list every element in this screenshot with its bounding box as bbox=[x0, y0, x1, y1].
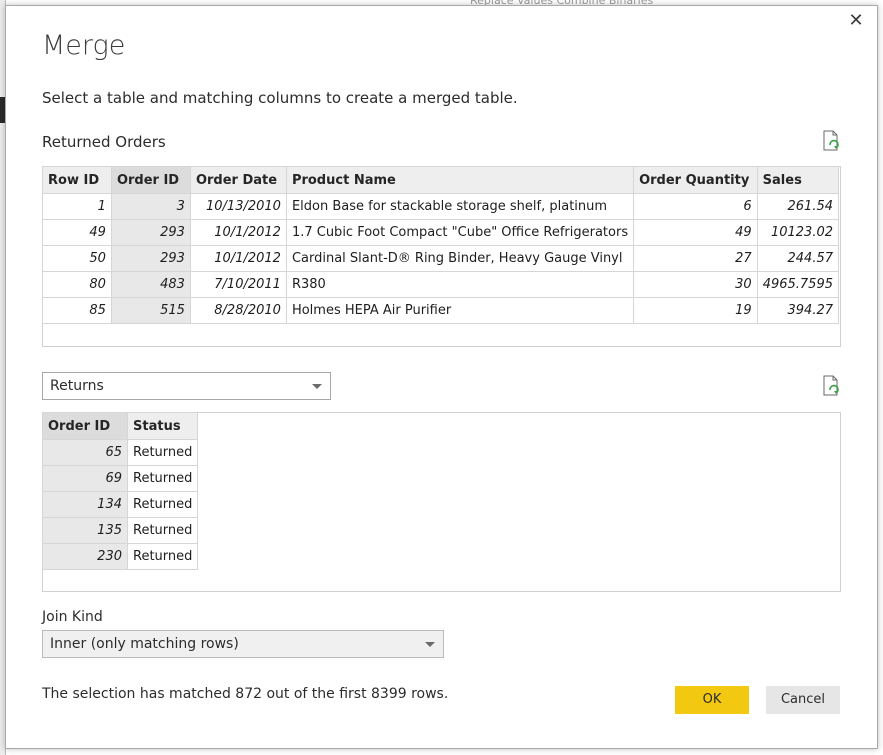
table-row: 230 Returned bbox=[42, 543, 199, 570]
table-cell: 4965.7595 bbox=[756, 271, 840, 298]
table-cell: 3 bbox=[110, 193, 191, 220]
table-row: 134 Returned bbox=[42, 491, 199, 518]
ok-button[interactable]: OK bbox=[675, 686, 749, 714]
table-cell: 394.27 bbox=[756, 297, 840, 324]
table-row: 1 3 10/13/2010 Eldon Base for stackable … bbox=[42, 193, 840, 220]
table-row: 50 293 10/1/2012 Cardinal Slant-D® Ring … bbox=[42, 245, 840, 272]
table-row: 65 Returned bbox=[42, 439, 199, 466]
column-header-order-id[interactable]: Order ID bbox=[42, 412, 128, 440]
match-status-text: The selection has matched 872 out of the… bbox=[42, 686, 449, 702]
table-cell: 7/10/2011 bbox=[189, 271, 287, 298]
refresh-preview-icon[interactable] bbox=[821, 130, 841, 152]
column-header-sales[interactable]: Sales bbox=[756, 166, 840, 194]
chevron-down-icon bbox=[312, 384, 322, 389]
table-cell: 69 bbox=[42, 465, 128, 492]
refresh-preview-icon[interactable] bbox=[821, 375, 841, 397]
second-table-dropdown[interactable]: Returns bbox=[42, 372, 331, 400]
column-header-order-id[interactable]: Order ID bbox=[110, 166, 191, 194]
table-cell: 10/1/2012 bbox=[189, 245, 287, 272]
table-cell: 293 bbox=[110, 245, 191, 272]
table-cell: Holmes HEPA Air Purifier bbox=[285, 297, 635, 324]
table-cell: Returned bbox=[126, 465, 199, 492]
table-cell: 50 bbox=[42, 245, 112, 272]
table-cell: 244.57 bbox=[756, 245, 840, 272]
table-cell: 1.7 Cubic Foot Compact "Cube" Office Ref… bbox=[285, 219, 635, 246]
table-cell: 515 bbox=[110, 297, 191, 324]
column-header-order-quantity[interactable]: Order Quantity bbox=[633, 166, 758, 194]
table-cell: 6 bbox=[633, 193, 758, 220]
column-header-order-date[interactable]: Order Date bbox=[189, 166, 287, 194]
table-cell: 1 bbox=[42, 193, 112, 220]
table-row: 49 293 10/1/2012 1.7 Cubic Foot Compact … bbox=[42, 219, 840, 246]
column-header-status[interactable]: Status bbox=[126, 412, 199, 440]
table-cell: Cardinal Slant-D® Ring Binder, Heavy Gau… bbox=[285, 245, 635, 272]
table-row: 69 Returned bbox=[42, 465, 199, 492]
dialog-subtitle: Select a table and matching columns to c… bbox=[42, 89, 518, 107]
join-kind-dropdown[interactable]: Inner (only matching rows) bbox=[42, 630, 444, 658]
table-cell: 49 bbox=[42, 219, 112, 246]
second-table-dropdown-value: Returns bbox=[50, 378, 104, 394]
table-cell: R380 bbox=[285, 271, 635, 298]
table-cell: 85 bbox=[42, 297, 112, 324]
column-header-product-name[interactable]: Product Name bbox=[285, 166, 635, 194]
table-cell: Returned bbox=[126, 517, 199, 544]
table-cell: Returned bbox=[126, 439, 199, 466]
table-row: 85 515 8/28/2010 Holmes HEPA Air Purifie… bbox=[42, 297, 840, 324]
table-cell: 134 bbox=[42, 491, 128, 518]
table-cell: 80 bbox=[42, 271, 112, 298]
table-cell: 261.54 bbox=[756, 193, 840, 220]
table-cell: 135 bbox=[42, 517, 128, 544]
table-cell: 8/28/2010 bbox=[189, 297, 287, 324]
first-table-preview: Row ID Order ID Order Date Product Name … bbox=[42, 166, 841, 347]
table-cell: 49 bbox=[633, 219, 758, 246]
table-cell: 10/13/2010 bbox=[189, 193, 287, 220]
table-cell: 65 bbox=[42, 439, 128, 466]
merge-dialog: ✕ Merge Select a table and matching colu… bbox=[5, 5, 878, 749]
join-kind-dropdown-value: Inner (only matching rows) bbox=[50, 636, 239, 652]
table-cell: 30 bbox=[633, 271, 758, 298]
table-cell: 293 bbox=[110, 219, 191, 246]
first-table-grid: Row ID Order ID Order Date Product Name … bbox=[42, 166, 840, 324]
table-cell: 10123.02 bbox=[756, 219, 840, 246]
table-cell: 10/1/2012 bbox=[189, 219, 287, 246]
table-cell: 483 bbox=[110, 271, 191, 298]
first-table-label: Returned Orders bbox=[42, 133, 166, 151]
cancel-button[interactable]: Cancel bbox=[766, 686, 840, 714]
table-cell: Eldon Base for stackable storage shelf, … bbox=[285, 193, 635, 220]
table-cell: 27 bbox=[633, 245, 758, 272]
second-table-preview: Order ID Status 65 Returned 69 Returned … bbox=[42, 412, 841, 592]
dialog-title: Merge bbox=[42, 30, 126, 61]
close-icon[interactable]: ✕ bbox=[845, 10, 867, 32]
table-row: 80 483 7/10/2011 R380 30 4965.7595 bbox=[42, 271, 840, 298]
chevron-down-icon bbox=[425, 642, 435, 647]
table-cell: 19 bbox=[633, 297, 758, 324]
table-cell: Returned bbox=[126, 491, 199, 518]
column-header-row-id[interactable]: Row ID bbox=[42, 166, 112, 194]
table-cell: Returned bbox=[126, 543, 199, 570]
table-cell: 230 bbox=[42, 543, 128, 570]
join-kind-label: Join Kind bbox=[42, 609, 103, 625]
second-table-grid: Order ID Status 65 Returned 69 Returned … bbox=[42, 412, 199, 570]
table-row: 135 Returned bbox=[42, 517, 199, 544]
